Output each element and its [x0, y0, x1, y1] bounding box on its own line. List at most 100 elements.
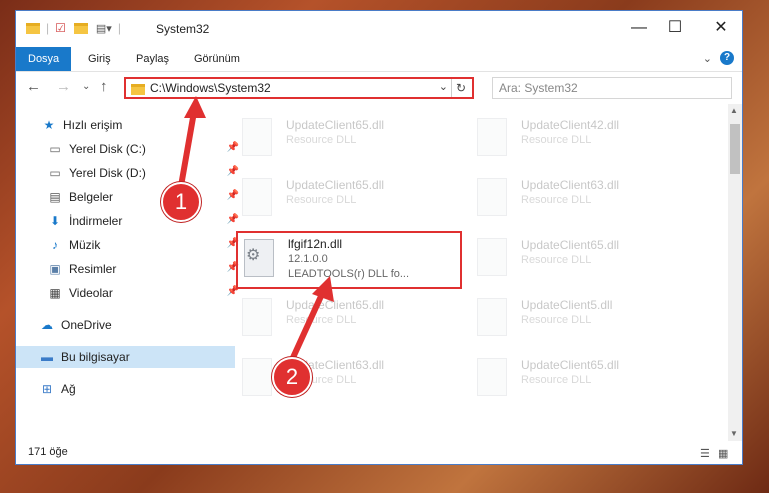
- address-path: C:\Windows\System32: [150, 81, 271, 95]
- sidebar-item-label: Yerel Disk (C:): [69, 142, 146, 156]
- file-name: UpdateClient42.dll: [521, 118, 620, 132]
- pictures-icon: ▣: [49, 262, 61, 276]
- dll-file-icon: [477, 118, 507, 156]
- dll-file-icon: [477, 358, 507, 396]
- recent-locations-icon[interactable]: ⌄: [82, 81, 90, 92]
- star-icon: ★: [43, 118, 55, 132]
- sidebar-item-pictures[interactable]: ▣ Resimler 📌: [16, 258, 243, 280]
- file-description: Resource DLL: [521, 374, 592, 386]
- scrollbar-thumb[interactable]: [730, 124, 740, 174]
- back-icon[interactable]: ←: [26, 78, 41, 95]
- file-tile[interactable]: UpdateClient65.dll Resource DLL: [236, 292, 458, 344]
- file-name: UpdateClient65.dll: [286, 298, 385, 312]
- sidebar-item-drive-c[interactable]: ▭ Yerel Disk (C:) 📌: [16, 138, 243, 160]
- address-row: ← → ⌄ ↑ C:\Windows\System32 ⌄ ↻ Ara: Sys…: [16, 72, 742, 104]
- scroll-down-icon[interactable]: ▼: [730, 429, 738, 438]
- title-bar: | ☑ ▤▾ | System32 — ☐ ✕: [16, 11, 742, 47]
- file-name: UpdateClient65.dll: [521, 238, 620, 252]
- file-tile-selected[interactable]: ⚙ lfgif12n.dll 12.1.0.0 LEADTOOLS(r) DLL…: [236, 231, 462, 289]
- sidebar-item-label: Yerel Disk (D:): [69, 166, 146, 180]
- new-folder-icon[interactable]: [73, 22, 88, 34]
- file-tile[interactable]: UpdateClient63.dll Resource DLL: [471, 172, 693, 224]
- folder-icon: [26, 22, 40, 34]
- sidebar-item-quick-access[interactable]: ★ Hızlı erişim: [16, 114, 237, 136]
- drive-icon: ▭: [49, 166, 61, 180]
- file-description: Resource DLL: [521, 134, 592, 146]
- sidebar-item-downloads[interactable]: ⬇ İndirmeler 📌: [16, 210, 243, 232]
- chevron-down-icon[interactable]: ⌄: [439, 80, 448, 93]
- dll-file-icon: [477, 298, 507, 336]
- sidebar-item-label: OneDrive: [61, 318, 112, 332]
- navigation-pane: ★ Hızlı erişim ▭ Yerel Disk (C:) 📌 ▭ Yer…: [16, 104, 239, 434]
- file-version: 12.1.0.0: [288, 253, 328, 265]
- separator: |: [46, 21, 50, 35]
- forward-icon[interactable]: →: [56, 78, 71, 95]
- status-bar: 171 öğe ☰ ▦: [16, 441, 742, 465]
- file-tile[interactable]: UpdateClient65.dll Resource DLL: [236, 172, 458, 224]
- computer-icon: ▬: [41, 350, 53, 364]
- address-bar[interactable]: C:\Windows\System32 ⌄ ↻: [124, 77, 474, 99]
- dll-file-icon: [477, 178, 507, 216]
- file-tile[interactable]: UpdateClient5.dll Resource DLL: [471, 292, 693, 344]
- minimize-button[interactable]: —: [624, 17, 654, 39]
- search-placeholder: Ara: System32: [499, 81, 578, 95]
- step-badge-1: 1: [161, 182, 201, 222]
- sidebar-item-network[interactable]: ⊞ Ağ: [16, 378, 235, 400]
- file-description: Resource DLL: [521, 254, 592, 266]
- properties-icon[interactable]: ☑: [55, 21, 66, 35]
- gear-icon: ⚙: [246, 247, 261, 264]
- file-name: lfgif12n.dll: [288, 237, 343, 251]
- explorer-window: | ☑ ▤▾ | System32 — ☐ ✕ Dosya Giriş Payl…: [15, 10, 743, 465]
- sidebar-item-label: İndirmeler: [69, 214, 123, 228]
- file-name: UpdateClient65.dll: [286, 178, 385, 192]
- download-icon: ⬇: [49, 214, 61, 228]
- file-description: LEADTOOLS(r) DLL fo...: [288, 268, 410, 280]
- tab-paylas[interactable]: Paylaş: [128, 47, 177, 71]
- documents-icon: ▤: [49, 190, 61, 204]
- tab-giris[interactable]: Giriş: [80, 47, 119, 71]
- sidebar-item-label: Resimler: [69, 262, 117, 276]
- item-count: 171 öğe: [28, 446, 68, 458]
- maximize-button[interactable]: ☐: [660, 17, 690, 39]
- sidebar-item-music[interactable]: ♪ Müzik 📌: [16, 234, 243, 256]
- file-tile[interactable]: UpdateClient42.dll Resource DLL: [471, 112, 693, 164]
- drive-icon: ▭: [49, 142, 61, 156]
- window-title: System32: [156, 22, 210, 36]
- scroll-up-icon[interactable]: ▲: [730, 106, 738, 115]
- sidebar-item-label: Bu bilgisayar: [61, 350, 130, 364]
- sidebar-item-drive-d[interactable]: ▭ Yerel Disk (D:) 📌: [16, 162, 243, 184]
- file-tile[interactable]: UpdateClient63.dll Resource DLL: [236, 352, 458, 404]
- file-name: UpdateClient65.dll: [521, 358, 620, 372]
- close-button[interactable]: ✕: [706, 17, 736, 39]
- tiles-view-icon[interactable]: ▦: [718, 447, 728, 460]
- file-tile[interactable]: UpdateClient65.dll Resource DLL: [471, 352, 693, 404]
- file-tile[interactable]: UpdateClient65.dll Resource DLL: [471, 232, 693, 284]
- file-name: UpdateClient65.dll: [286, 118, 385, 132]
- refresh-icon[interactable]: ↻: [451, 79, 470, 97]
- dll-file-icon: [242, 178, 272, 216]
- network-icon: ⊞: [41, 382, 53, 396]
- expand-ribbon-icon[interactable]: ⌄: [703, 52, 712, 65]
- sidebar-item-videos[interactable]: ▦ Videolar 📌: [16, 282, 243, 304]
- dll-file-icon: [477, 238, 507, 276]
- tab-gorunum[interactable]: Görünüm: [186, 47, 248, 71]
- cloud-icon: ☁: [41, 318, 53, 332]
- sidebar-item-label: Belgeler: [69, 190, 114, 204]
- sidebar-item-label: Hızlı erişim: [63, 118, 123, 132]
- help-icon[interactable]: ?: [720, 51, 734, 65]
- sidebar-item-documents[interactable]: ▤ Belgeler 📌: [16, 186, 243, 208]
- tab-dosya[interactable]: Dosya: [16, 47, 72, 71]
- sidebar-item-this-pc[interactable]: ▬ Bu bilgisayar: [16, 346, 235, 368]
- customize-toolbar-icon[interactable]: ▤▾: [96, 22, 112, 35]
- up-icon[interactable]: ↑: [100, 78, 108, 95]
- folder-icon: [131, 84, 145, 95]
- search-input[interactable]: Ara: System32: [492, 77, 732, 99]
- file-description: Resource DLL: [521, 314, 592, 326]
- file-tile[interactable]: UpdateClient65.dll Resource DLL: [236, 112, 458, 164]
- music-icon: ♪: [52, 238, 58, 252]
- vertical-scrollbar[interactable]: ▲ ▼: [728, 104, 742, 441]
- sidebar-item-onedrive[interactable]: ☁ OneDrive: [16, 314, 235, 336]
- separator: |: [117, 21, 121, 35]
- sidebar-item-label: Ağ: [61, 382, 76, 396]
- details-view-icon[interactable]: ☰: [700, 447, 710, 460]
